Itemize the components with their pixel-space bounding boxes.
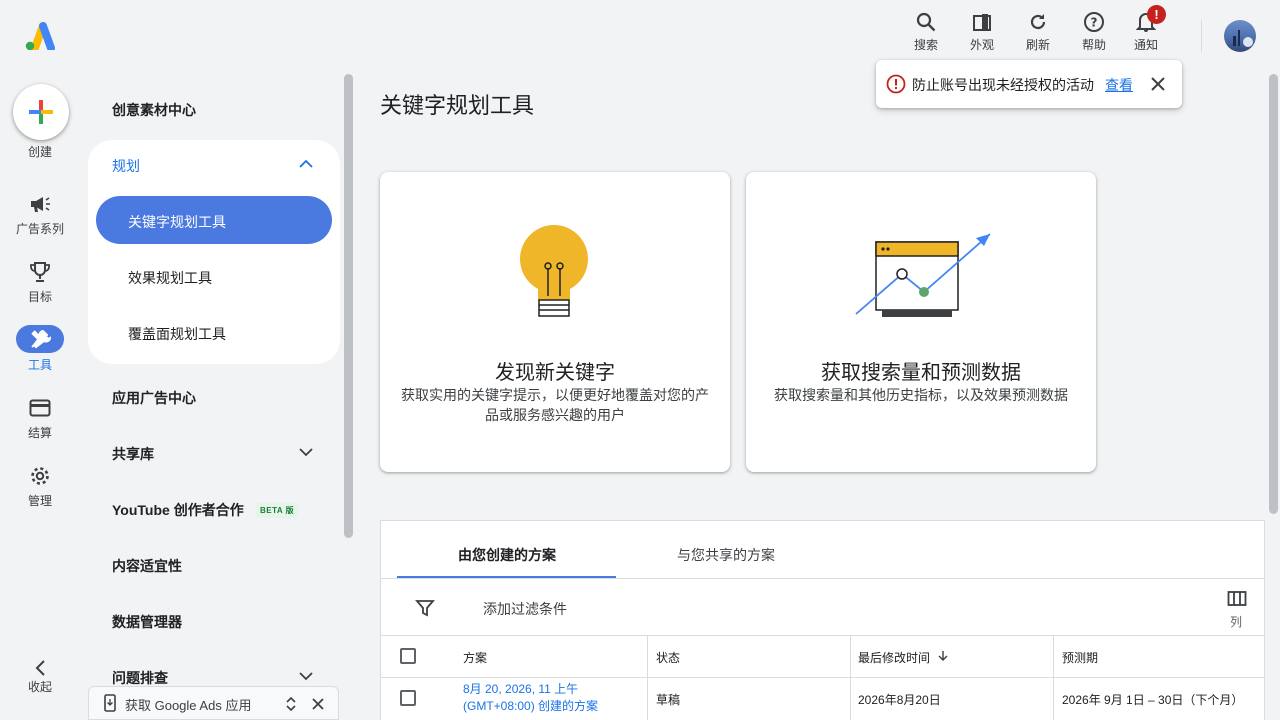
card-description: 获取搜索量和其他历史指标，以及效果预测数据 xyxy=(774,387,1068,403)
add-filter-button[interactable]: 添加过滤条件 xyxy=(483,599,567,619)
plans-panel: 由您创建的方案 与您共享的方案 添加过滤条件 列 方案 状态 最后修改时间 预测… xyxy=(380,520,1265,720)
chevron-down-icon[interactable] xyxy=(298,668,314,684)
search-icon xyxy=(914,10,938,34)
wrench-icon[interactable] xyxy=(28,327,52,351)
card-title: 发现新关键字 xyxy=(495,362,615,384)
divider xyxy=(381,635,1265,636)
rail-campaigns-label[interactable]: 广告系列 xyxy=(0,220,80,237)
sidebar-item-planning[interactable]: 规划 xyxy=(112,156,140,176)
rail-admin-label[interactable]: 管理 xyxy=(0,492,80,509)
get-app-promo[interactable]: 获取 Google Ads 应用 xyxy=(88,686,339,720)
column-header-modified[interactable]: 最后修改时间 xyxy=(858,649,930,666)
chevron-down-icon[interactable] xyxy=(298,444,314,460)
plan-forecast: 2026年 9月 1日 – 30日（下个月） xyxy=(1062,693,1244,707)
sidebar-item-keyword-planner[interactable]: 关键字规划工具 xyxy=(128,212,226,232)
sidebar-item-content-suitability[interactable]: 内容适宜性 xyxy=(112,556,182,576)
svg-text:?: ? xyxy=(1091,16,1098,30)
search-volume-card[interactable]: 获取搜索量和预测数据 获取搜索量和其他历史指标，以及效果预测数据 xyxy=(746,172,1096,472)
discover-keywords-card[interactable]: 发现新关键字 获取实用的关键字提示，以便更好地覆盖对您的产品或服务感兴趣的用户 xyxy=(380,172,730,472)
help-icon: ? xyxy=(1082,10,1106,34)
card-description: 获取实用的关键字提示，以便更好地覆盖对您的产品或服务感兴趣的用户 xyxy=(401,387,709,423)
promo-text: 获取 Google Ads 应用 xyxy=(125,698,252,713)
filter-icon[interactable] xyxy=(415,598,435,618)
refresh-button[interactable]: 刷新 xyxy=(1013,10,1063,53)
arrow-down-icon[interactable] xyxy=(937,650,949,662)
rail-tools-label[interactable]: 工具 xyxy=(0,356,80,373)
sidebar-item-youtube-creators[interactable]: YouTube 创作者合作 xyxy=(112,500,244,520)
plan-link[interactable]: 8月 20, 2026, 11 上午 (GMT+08:00) 创建的方案 xyxy=(463,681,633,715)
phone-icon xyxy=(104,694,116,712)
avatar[interactable] xyxy=(1224,20,1256,52)
sidebar-item-app-center[interactable]: 应用广告中心 xyxy=(112,388,196,408)
card-title: 获取搜索量和预测数据 xyxy=(821,362,1021,384)
sidebar-item-shared-library[interactable]: 共享库 xyxy=(112,444,154,464)
gear-icon[interactable] xyxy=(28,464,52,488)
plan-modified: 2026年8月20日 xyxy=(858,693,941,707)
columns-icon[interactable] xyxy=(1227,589,1247,609)
page-title: 关键字规划工具 xyxy=(380,93,535,118)
megaphone-icon[interactable] xyxy=(28,192,52,216)
toast-view-link[interactable]: 查看 xyxy=(1105,75,1133,95)
sidebar-item-reach-planner[interactable]: 覆盖面规划工具 xyxy=(128,324,226,344)
sidebar-item-creative-center[interactable]: 创意素材中心 xyxy=(112,100,196,120)
trophy-icon[interactable] xyxy=(28,260,52,284)
appearance-button[interactable]: 外观 xyxy=(957,10,1007,53)
row-checkbox[interactable] xyxy=(400,690,416,706)
main-scrollbar[interactable] xyxy=(1269,74,1278,514)
credit-card-icon[interactable] xyxy=(28,396,52,420)
column-header-status[interactable]: 状态 xyxy=(656,649,680,666)
security-toast: 防止账号出现未经授权的活动 查看 xyxy=(876,60,1182,108)
rail-create-label: 创建 xyxy=(27,145,52,159)
columns-label[interactable]: 列 xyxy=(1230,613,1242,630)
tab-created-by-you[interactable]: 由您创建的方案 xyxy=(458,545,556,565)
chevron-up-icon[interactable] xyxy=(298,156,314,172)
select-all-checkbox[interactable] xyxy=(400,648,416,664)
sidebar-item-data-manager[interactable]: 数据管理器 xyxy=(112,612,182,632)
error-icon xyxy=(886,74,906,94)
column-header-forecast[interactable]: 预测期 xyxy=(1062,649,1098,666)
divider xyxy=(381,578,1265,579)
plus-icon xyxy=(29,100,53,124)
help-button[interactable]: ? 帮助 xyxy=(1069,10,1119,53)
plan-status: 草稿 xyxy=(656,693,681,707)
search-button[interactable]: 搜索 xyxy=(901,10,951,53)
rail-goals-label[interactable]: 目标 xyxy=(0,288,80,305)
close-icon[interactable] xyxy=(311,697,325,711)
sidebar-scrollbar[interactable] xyxy=(344,74,353,538)
lightbulb-icon xyxy=(520,225,588,317)
trend-chart-icon xyxy=(855,233,991,317)
topbar-divider xyxy=(1201,20,1202,52)
expand-icon[interactable] xyxy=(285,695,297,713)
beta-badge: BETA 版 xyxy=(256,503,299,518)
create-button[interactable] xyxy=(13,84,69,140)
google-ads-logo[interactable] xyxy=(24,22,56,50)
close-icon[interactable] xyxy=(1148,74,1168,94)
sidebar-item-troubleshooting[interactable]: 问题排查 xyxy=(112,668,168,688)
tab-shared-with-you[interactable]: 与您共享的方案 xyxy=(677,545,775,565)
sidebar-item-performance-planner[interactable]: 效果规划工具 xyxy=(128,268,212,288)
refresh-icon xyxy=(1026,10,1050,34)
appearance-icon xyxy=(970,10,994,34)
column-header-plan[interactable]: 方案 xyxy=(463,649,487,666)
rail-collapse-label[interactable]: 收起 xyxy=(0,678,80,695)
chevron-left-icon[interactable] xyxy=(28,656,52,680)
divider xyxy=(381,677,1265,678)
rail-billing-label[interactable]: 结算 xyxy=(0,424,80,441)
notification-badge: ! xyxy=(1147,5,1166,24)
toast-message: 防止账号出现未经授权的活动 xyxy=(912,77,1094,93)
